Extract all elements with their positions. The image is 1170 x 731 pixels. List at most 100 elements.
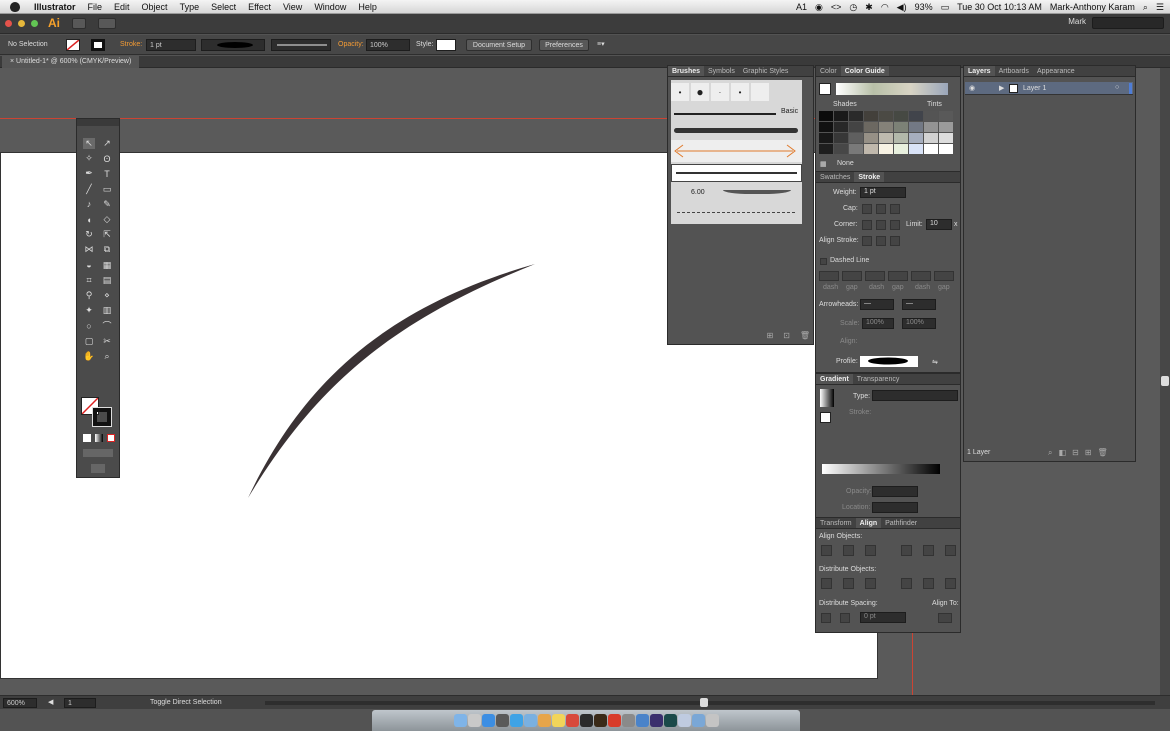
menu-edit[interactable]: Edit xyxy=(108,2,136,12)
gradient-thumbnail[interactable] xyxy=(820,389,834,407)
ai-status-icon[interactable]: A1 xyxy=(796,2,807,12)
xcode-dock-icon[interactable] xyxy=(635,714,649,727)
color-variation-swatch[interactable] xyxy=(819,144,833,154)
preferences-button[interactable]: Preferences xyxy=(539,39,589,51)
selection-tool-icon[interactable]: ↖ xyxy=(83,138,95,149)
scrollbar-thumb[interactable] xyxy=(1161,376,1169,386)
shape-builder-tool-icon[interactable]: ◒ xyxy=(83,260,95,271)
locate-object-icon[interactable]: ⌕ xyxy=(1048,448,1052,458)
layer-row[interactable]: ◉ ▶ Layer 1 ○ xyxy=(965,82,1133,95)
weight-field[interactable]: 1 pt xyxy=(860,187,906,198)
color-variation-swatch[interactable] xyxy=(849,111,863,121)
slice-tool-icon[interactable]: ✂ xyxy=(101,336,113,347)
tab-brushes[interactable]: Brushes xyxy=(668,66,705,76)
color-variation-swatch[interactable] xyxy=(924,133,938,143)
color-variation-swatch[interactable] xyxy=(909,133,923,143)
direct-selection-tool-icon[interactable]: ↗ xyxy=(101,138,113,149)
color-variation-swatch[interactable] xyxy=(819,133,833,143)
zoom-window-button[interactable] xyxy=(31,20,38,27)
butt-cap-button[interactable] xyxy=(862,204,872,214)
tab-stroke[interactable]: Stroke xyxy=(854,172,885,182)
battery-icon[interactable]: ▭ xyxy=(941,2,950,13)
bridge-icon[interactable] xyxy=(72,18,86,29)
tab-gradient[interactable]: Gradient xyxy=(816,374,853,384)
color-variations-grid[interactable] xyxy=(819,111,957,157)
mail-dock-icon[interactable] xyxy=(523,714,537,727)
width-tool-icon[interactable]: ⋈ xyxy=(83,244,95,255)
distribute-vertical-center-button[interactable] xyxy=(843,578,854,589)
gradient-mode-button[interactable] xyxy=(95,434,103,442)
tab-transparency[interactable]: Transparency xyxy=(853,374,904,384)
color-variation-swatch[interactable] xyxy=(894,122,908,132)
harmony-colors-bar[interactable] xyxy=(836,83,948,95)
color-variation-swatch[interactable] xyxy=(819,122,833,132)
hand-tool-icon[interactable]: ✋ xyxy=(83,351,95,362)
target-circle-icon[interactable]: ○ xyxy=(1115,84,1119,91)
miter-join-button[interactable] xyxy=(862,220,872,230)
spotlight-icon[interactable]: ⌕ xyxy=(1143,2,1148,13)
base-color-swatch[interactable] xyxy=(819,83,831,95)
start-arrowhead-select[interactable]: — xyxy=(860,299,894,310)
clipping-mask-icon[interactable]: ◧ xyxy=(1058,448,1066,458)
color-variation-swatch[interactable] xyxy=(909,122,923,132)
finder-dock-icon[interactable] xyxy=(453,714,467,727)
horizontal-scrollbar[interactable] xyxy=(265,701,1155,705)
new-brush-icon[interactable]: ⊡ xyxy=(783,331,790,341)
end-arrowhead-select[interactable]: — xyxy=(902,299,936,310)
column-graph-tool-icon[interactable]: ▥ xyxy=(101,305,113,316)
swatch-library-icon[interactable]: ▦ xyxy=(820,160,827,168)
gradient-opacity-field[interactable] xyxy=(872,486,918,497)
menubar-clock[interactable]: Tue 30 Oct 10:13 AM xyxy=(957,2,1042,12)
color-variation-swatch[interactable] xyxy=(894,111,908,121)
tab-swatches[interactable]: Swatches xyxy=(816,172,854,182)
menu-object[interactable]: Object xyxy=(136,2,174,12)
distribute-horizontal-center-button[interactable] xyxy=(923,578,934,589)
workspace-switcher[interactable]: Mark xyxy=(1068,17,1086,26)
tab-symbols[interactable]: Symbols xyxy=(704,66,739,76)
document-tab[interactable]: × Untitled-1* @ 600% (CMYK/Preview) xyxy=(2,56,140,68)
tab-transform[interactable]: Transform xyxy=(816,518,856,528)
tab-graphic-styles[interactable]: Graphic Styles xyxy=(739,66,793,76)
distribute-bottom-button[interactable] xyxy=(865,578,876,589)
bevel-join-button[interactable] xyxy=(890,220,900,230)
perspective-grid-tool-icon[interactable]: ▦ xyxy=(101,260,113,271)
brush-swatch[interactable]: ● xyxy=(691,83,709,101)
trash-dock-icon[interactable] xyxy=(705,714,719,727)
magic-wand-tool-icon[interactable]: ✧ xyxy=(83,153,95,164)
horizontal-scrollbar-thumb[interactable] xyxy=(700,698,708,707)
dash-gap-field[interactable] xyxy=(888,271,908,281)
line-segment-tool-icon[interactable]: ╱ xyxy=(83,184,95,195)
terminal-dock-icon[interactable] xyxy=(579,714,593,727)
distribute-right-button[interactable] xyxy=(945,578,956,589)
volume-icon[interactable]: ◀) xyxy=(897,2,907,13)
brush-swatch[interactable]: • xyxy=(671,83,689,101)
color-variation-swatch[interactable] xyxy=(909,144,923,154)
paintbrush-tool-icon[interactable]: ♪ xyxy=(83,199,95,210)
artboard-prev-icon[interactable]: ◀ xyxy=(48,698,53,710)
photos-dock-icon[interactable] xyxy=(537,714,551,727)
color-variation-swatch[interactable] xyxy=(939,122,953,132)
stroke-color-box[interactable] xyxy=(92,407,112,427)
menu-view[interactable]: View xyxy=(277,2,308,12)
panel-menu-icon[interactable]: ≡▾ xyxy=(597,39,605,51)
brush-arrow-art[interactable] xyxy=(671,140,802,162)
help-search-input[interactable] xyxy=(1092,17,1164,29)
tab-artboards[interactable]: Artboards xyxy=(995,66,1033,76)
bluetooth-icon[interactable]: ✱ xyxy=(865,2,873,13)
safari-dock-icon[interactable] xyxy=(509,714,523,727)
color-variation-swatch[interactable] xyxy=(939,111,953,121)
layer-name[interactable]: Layer 1 xyxy=(1023,85,1046,92)
lasso-tool-icon[interactable]: ʘ xyxy=(101,153,113,164)
gradient-location-field[interactable] xyxy=(872,502,918,513)
align-top-button[interactable] xyxy=(901,545,912,556)
align-center-button[interactable] xyxy=(862,236,872,246)
color-variation-swatch[interactable] xyxy=(924,144,938,154)
zoom-tool-icon[interactable]: ⌕ xyxy=(101,351,113,362)
menu-type[interactable]: Type xyxy=(174,2,206,12)
color-variation-swatch[interactable] xyxy=(924,111,938,121)
graphic-style-swatch[interactable] xyxy=(436,39,456,51)
symbol-sprayer-tool-icon[interactable]: ✦ xyxy=(83,305,95,316)
limit-field[interactable]: 10 xyxy=(926,219,952,230)
align-bottom-button[interactable] xyxy=(945,545,956,556)
distribute-vertical-space-button[interactable] xyxy=(821,613,831,623)
